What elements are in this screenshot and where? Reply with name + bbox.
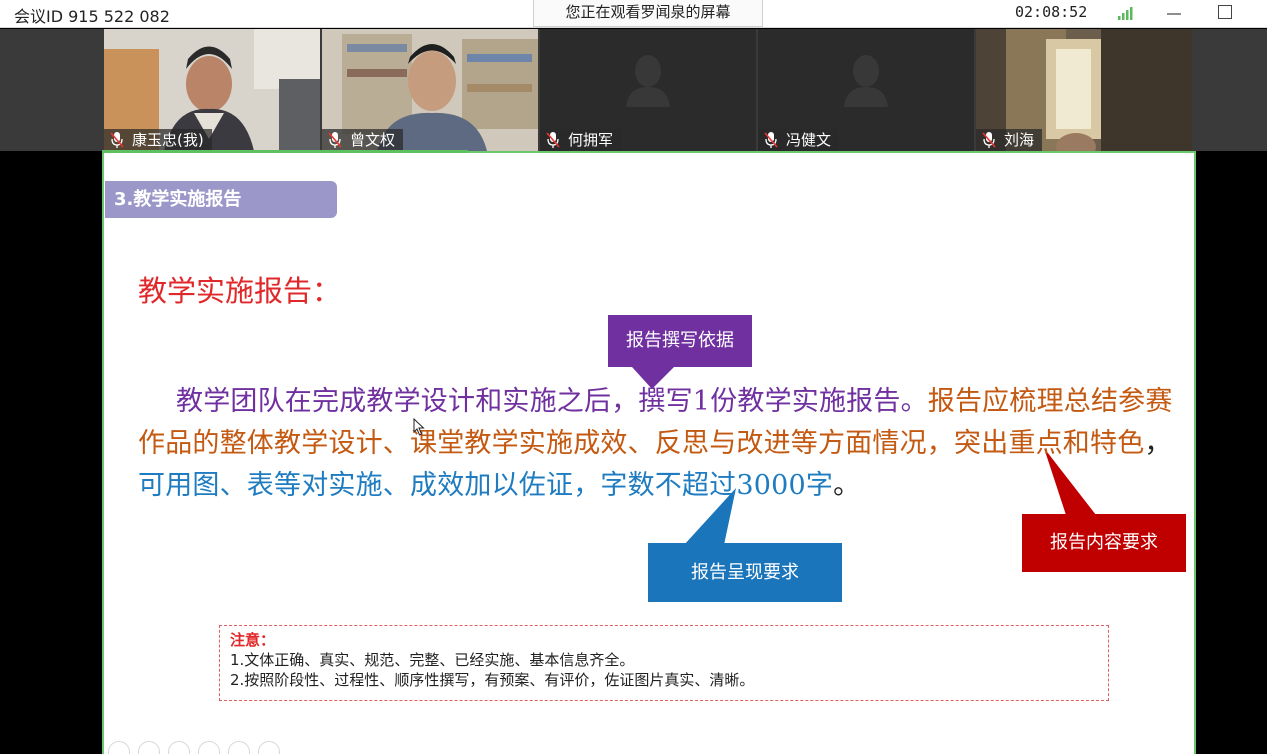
- participant-name-bar: 曾文权: [322, 129, 404, 151]
- meeting-timer: 02:08:52: [1015, 3, 1088, 21]
- next-icon[interactable]: [138, 741, 160, 754]
- microphone-icon[interactable]: [764, 132, 778, 148]
- callout-basis: 报告撰写依据: [608, 315, 752, 367]
- screen-share-banner[interactable]: 您正在观看罗闻泉的屏幕: [533, 0, 763, 27]
- participant-tile[interactable]: 康玉忠(我): [104, 29, 320, 151]
- maximize-icon[interactable]: [1218, 5, 1232, 19]
- participant-name-bar: 冯健文: [758, 129, 840, 151]
- text-segment-presentation: 可用图、表等对实施、成效加以佐证，字数不超过3000字: [138, 470, 834, 501]
- participant-name: 刘海: [1004, 131, 1035, 149]
- mouse-cursor-icon: [413, 418, 425, 436]
- participant-video-strip: 康玉忠(我) 曾文权 何拥军 冯健文 刘海: [0, 29, 1267, 151]
- slides-icon[interactable]: [198, 741, 220, 754]
- slide-progress-bar: [102, 150, 468, 153]
- participant-name-bar: 何拥军: [540, 129, 622, 151]
- text-segment-comma: ，: [1144, 428, 1172, 459]
- pen-icon[interactable]: [168, 741, 190, 754]
- microphone-icon[interactable]: [982, 132, 996, 148]
- participant-tile[interactable]: 曾文权: [322, 29, 538, 151]
- meeting-id: 会议ID 915 522 082: [14, 7, 170, 26]
- avatar-placeholder-icon: [626, 55, 670, 107]
- slide-body-text: 教学团队在完成教学设计和实施之后，撰写1份教学实施报告。报告应梳理总结参赛作品的…: [138, 381, 1192, 507]
- microphone-icon[interactable]: [110, 132, 124, 148]
- participant-name: 冯健文: [786, 131, 832, 149]
- minimize-icon[interactable]: [1166, 4, 1182, 22]
- note-line: 2.按照阶段性、过程性、顺序性撰写，有预案、有评价，佐证图片真实、清晰。: [230, 671, 755, 689]
- more-icon[interactable]: [258, 741, 280, 754]
- note-line: 1.文体正确、真实、规范、完整、已经实施、基本信息齐全。: [230, 651, 635, 669]
- participant-tile[interactable]: 冯健文: [758, 29, 974, 151]
- note-title: 注意：: [230, 631, 276, 649]
- participant-name: 康玉忠(我): [132, 131, 204, 149]
- participant-tile[interactable]: 刘海: [976, 29, 1192, 151]
- zoom-icon[interactable]: [228, 741, 250, 754]
- avatar-placeholder-icon: [844, 55, 888, 107]
- participant-name-bar: 康玉忠(我): [104, 129, 212, 151]
- slide-toolbar: [108, 741, 280, 754]
- microphone-icon[interactable]: [546, 132, 560, 148]
- shared-screen-slide[interactable]: 3.教学实施报告 教学实施报告： 教学团队在完成教学设计和实施之后，撰写1份教学…: [102, 151, 1196, 754]
- participant-name-bar: 刘海: [976, 129, 1043, 151]
- callout-presentation: 报告呈现要求: [648, 543, 842, 602]
- participant-name: 何拥军: [568, 131, 614, 149]
- signal-icon[interactable]: [1118, 6, 1136, 20]
- title-bar: 会议ID 915 522 082 您正在观看罗闻泉的屏幕 02:08:52: [0, 0, 1267, 28]
- text-segment-basis: 教学团队在完成教学设计和实施之后，撰写1份教学实施报告。: [176, 386, 928, 417]
- participant-name: 曾文权: [350, 131, 396, 149]
- microphone-icon[interactable]: [328, 132, 342, 148]
- callout-content: 报告内容要求: [1022, 514, 1186, 572]
- note-box: 注意： 1.文体正确、真实、规范、完整、已经实施、基本信息齐全。 2.按照阶段性…: [219, 625, 1109, 701]
- previous-icon[interactable]: [108, 741, 130, 754]
- participant-tile[interactable]: 何拥军: [540, 29, 756, 151]
- text-segment-period: 。: [833, 470, 861, 501]
